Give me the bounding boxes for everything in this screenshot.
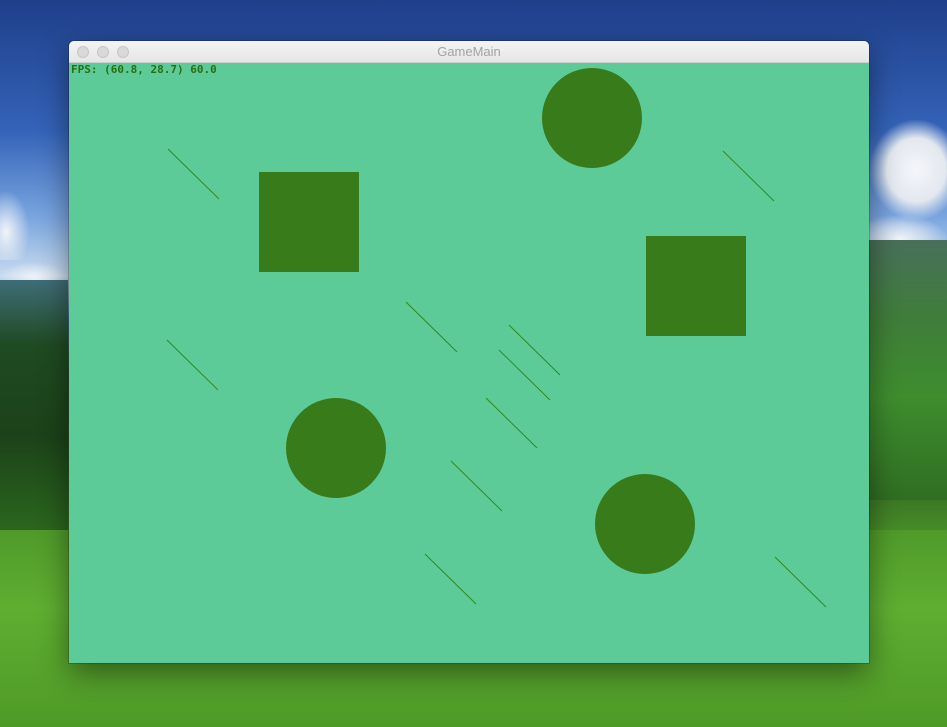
- wallpaper-cloud: [870, 120, 947, 220]
- window-title: GameMain: [437, 44, 501, 59]
- enemy-square: [259, 172, 359, 272]
- wallpaper-cloud: [0, 190, 30, 260]
- streak-line: [485, 397, 538, 449]
- game-canvas[interactable]: FPS: (60.8, 28.7) 60.0: [69, 63, 869, 663]
- game-scene: [166, 68, 827, 608]
- enemy-circle: [595, 474, 695, 574]
- window-titlebar[interactable]: GameMain: [69, 41, 869, 63]
- enemy-circle: [542, 68, 642, 168]
- wallpaper-trees: [0, 280, 68, 540]
- enemy-square: [646, 236, 746, 336]
- streak-line: [424, 553, 477, 605]
- streak-line: [722, 150, 775, 202]
- streak-line: [774, 556, 827, 608]
- wallpaper-mountain: [868, 240, 947, 500]
- streak-line: [405, 301, 458, 353]
- streak-line: [167, 148, 220, 200]
- shape-layer: [259, 68, 746, 574]
- streak-line: [166, 339, 219, 391]
- streak-line: [450, 460, 503, 512]
- fps-readout: FPS: (60.8, 28.7) 60.0: [71, 63, 217, 76]
- enemy-circle: [286, 398, 386, 498]
- game-window: GameMain FPS: (60.8, 28.7) 60.0: [69, 41, 869, 663]
